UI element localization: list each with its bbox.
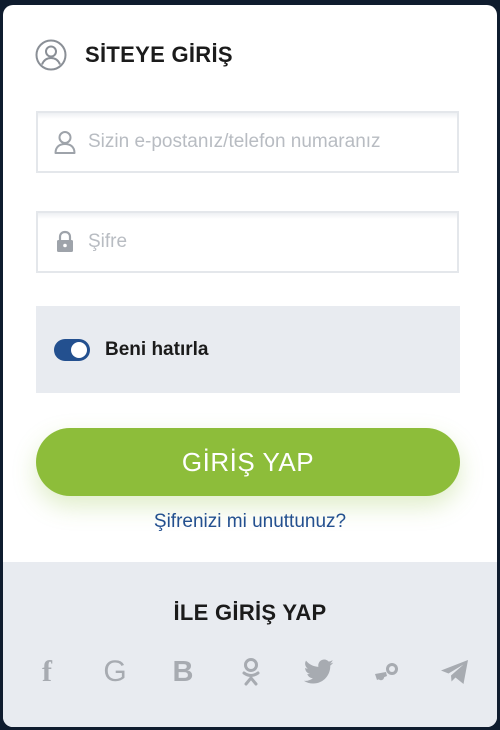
telegram-icon[interactable]: [437, 654, 473, 690]
lock-icon: [57, 230, 73, 252]
email-field-container: [36, 111, 459, 173]
facebook-icon[interactable]: f: [29, 654, 65, 690]
user-circle-icon: [35, 39, 67, 71]
social-login-section: İLE GİRİŞ YAP f G B: [3, 562, 497, 727]
user-icon: [54, 131, 76, 154]
forgot-password-link[interactable]: Şifrenizi mi unuttunuz?: [3, 511, 497, 533]
password-field-container: [36, 211, 459, 273]
password-input[interactable]: [88, 231, 457, 253]
email-input[interactable]: [88, 131, 457, 153]
b-icon[interactable]: B: [165, 654, 201, 690]
google-icon[interactable]: G: [97, 654, 133, 690]
remember-me-toggle[interactable]: [54, 338, 90, 361]
remember-me-row: Beni hatırla: [36, 306, 460, 393]
twitter-icon[interactable]: [301, 654, 337, 690]
login-button[interactable]: GİRİŞ YAP: [36, 428, 460, 496]
toggle-knob: [71, 341, 87, 358]
remember-me-label[interactable]: Beni hatırla: [105, 339, 208, 361]
social-icons-row: f G B: [29, 654, 473, 690]
odnoklassniki-icon[interactable]: [233, 654, 269, 690]
steam-icon[interactable]: [369, 654, 405, 690]
social-login-title: İLE GİRİŞ YAP: [173, 600, 327, 625]
modal-header: SİTEYE GİRİŞ: [35, 39, 233, 71]
page-title: SİTEYE GİRİŞ: [85, 42, 233, 67]
login-modal: SİTEYE GİRİŞ Beni hatırla GİRİŞ YAP Şifr…: [3, 5, 497, 727]
